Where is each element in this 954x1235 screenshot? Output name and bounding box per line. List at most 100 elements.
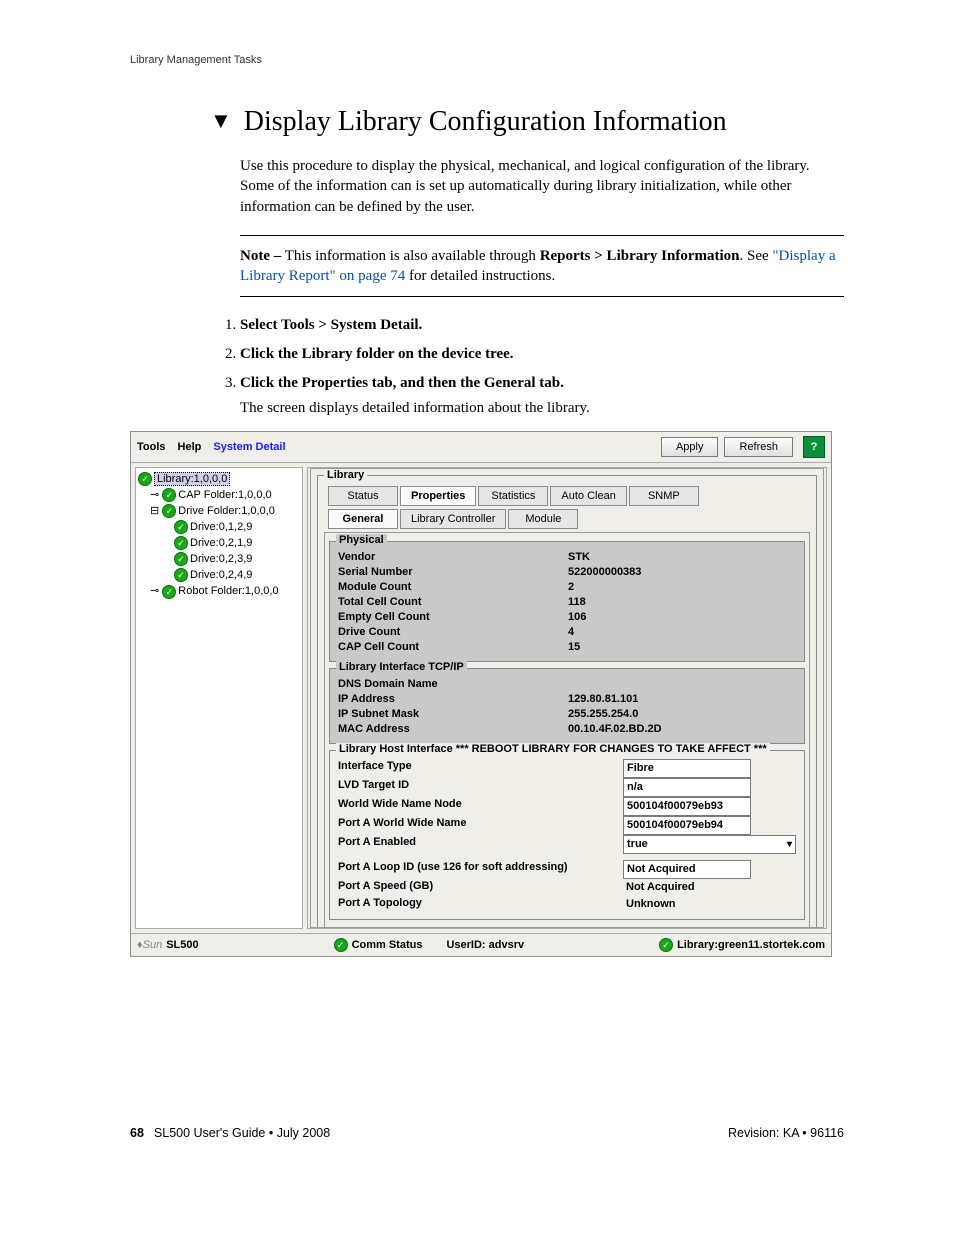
note-text-b: . See — [739, 248, 772, 264]
tab-row-2: General Library Controller Module — [324, 509, 810, 529]
value-drive-count: 4 — [568, 625, 796, 640]
step-3-sub: The screen displays detailed information… — [240, 400, 844, 417]
tab-statistics[interactable]: Statistics — [478, 486, 548, 506]
value-cap-cell: 15 — [568, 640, 796, 655]
ok-icon: ✓ — [138, 472, 152, 486]
value-empty-cell: 106 — [568, 610, 796, 625]
tab-autoclean[interactable]: Auto Clean — [550, 486, 626, 506]
tab-general[interactable]: General — [328, 509, 398, 529]
note-box: Note – This information is also availabl… — [240, 235, 844, 298]
apply-button[interactable]: Apply — [661, 437, 719, 457]
user-id: UserID: advsrv — [446, 939, 524, 951]
menubar: Tools Help System Detail Apply Refresh ? — [131, 432, 831, 463]
value-ip: 129.80.81.101 — [568, 692, 796, 707]
label-wwnn: World Wide Name Node — [338, 797, 623, 816]
page-number: 68 — [130, 1126, 144, 1140]
legend-physical: Physical — [336, 534, 387, 546]
intro-paragraph: Use this procedure to display the physic… — [240, 156, 844, 217]
legend-tcpip: Library Interface TCP/IP — [336, 661, 467, 673]
value-pawwn: 500104f00079eb94 — [623, 816, 751, 835]
tab-row-1: Status Properties Statistics Auto Clean … — [324, 486, 810, 506]
revision: Revision: KA • 96116 — [728, 1126, 844, 1140]
fieldset-host-interface: Library Host Interface *** REBOOT LIBRAR… — [329, 750, 805, 920]
label-module-count: Module Count — [338, 580, 568, 595]
value-pa-loopid: Not Acquired — [623, 860, 751, 879]
label-interface-type: Interface Type — [338, 759, 623, 778]
value-pa-speed: Not Acquired — [623, 879, 749, 896]
tree-drive[interactable]: Drive:0,2,4,9 — [190, 569, 252, 581]
tree-robot-folder[interactable]: Robot Folder:1,0,0,0 — [178, 585, 278, 597]
value-pa-enabled[interactable]: true — [623, 835, 796, 854]
label-pa-loopid: Port A Loop ID (use 126 for soft address… — [338, 860, 623, 879]
value-pa-topology: Unknown — [623, 896, 749, 913]
sun-logo: ♦Sun — [137, 939, 162, 951]
ok-icon: ✓ — [162, 585, 176, 599]
note-bold: Reports > Library Information — [540, 248, 740, 264]
tree-drive[interactable]: Drive:0,1,2,9 — [190, 521, 252, 533]
step-3: Click the Properties tab, and then the G… — [240, 375, 564, 391]
tab-status[interactable]: Status — [328, 486, 398, 506]
label-dns: DNS Domain Name — [338, 677, 568, 692]
menu-system-detail[interactable]: System Detail — [213, 441, 285, 453]
value-wwnn: 500104f00079eb93 — [623, 797, 751, 816]
value-total-cell: 118 — [568, 595, 796, 610]
label-empty-cell: Empty Cell Count — [338, 610, 568, 625]
comm-status: Comm Status — [352, 939, 423, 951]
value-vendor: STK — [568, 550, 796, 565]
tab-library-controller[interactable]: Library Controller — [400, 509, 506, 529]
ok-icon: ✓ — [162, 488, 176, 502]
status-bar: ♦Sun SL500 ✓ Comm Status UserID: advsrv ✓… — [131, 933, 831, 956]
fieldset-tcpip: Library Interface TCP/IP DNS Domain Name… — [329, 668, 805, 744]
ok-icon: ✓ — [174, 536, 188, 550]
value-mac: 00.10.4F.02.BD.2D — [568, 722, 796, 737]
tab-module[interactable]: Module — [508, 509, 578, 529]
value-serial: 522000000383 — [568, 565, 796, 580]
product-name: SL500 — [166, 939, 198, 951]
group-library: Library — [324, 469, 367, 481]
refresh-button[interactable]: Refresh — [724, 437, 793, 457]
note-text-a: This information is also available throu… — [285, 248, 540, 264]
label-cap-cell: CAP Cell Count — [338, 640, 568, 655]
menu-tools[interactable]: Tools — [137, 441, 166, 453]
step-2: Click the Library folder on the device t… — [240, 346, 514, 362]
ok-icon: ✓ — [659, 938, 673, 952]
section-title: ▼Display Library Configuration Informati… — [210, 106, 844, 138]
ok-icon: ✓ — [174, 568, 188, 582]
label-mask: IP Subnet Mask — [338, 707, 568, 722]
label-mac: MAC Address — [338, 722, 568, 737]
note-text-c: for detailed instructions. — [405, 268, 555, 284]
ok-icon: ✓ — [162, 504, 176, 518]
label-ip: IP Address — [338, 692, 568, 707]
label-serial: Serial Number — [338, 565, 568, 580]
section-title-text: Display Library Configuration Informatio… — [244, 106, 727, 137]
value-module-count: 2 — [568, 580, 796, 595]
label-pa-enabled: Port A Enabled — [338, 835, 623, 854]
tree-drive[interactable]: Drive:0,2,1,9 — [190, 537, 252, 549]
label-pa-topology: Port A Topology — [338, 896, 623, 913]
tree-library[interactable]: Library:1,0,0,0 — [154, 472, 230, 486]
tree-drive-folder[interactable]: Drive Folder:1,0,0,0 — [178, 505, 275, 517]
ok-icon: ✓ — [174, 552, 188, 566]
value-lvd: n/a — [623, 778, 751, 797]
tab-properties[interactable]: Properties — [400, 486, 476, 506]
ok-icon: ✓ — [334, 938, 348, 952]
label-drive-count: Drive Count — [338, 625, 568, 640]
tree-drive[interactable]: Drive:0,2,3,9 — [190, 553, 252, 565]
running-header: Library Management Tasks — [130, 54, 844, 66]
content-panel: Library Status Properties Statistics Aut… — [307, 467, 827, 929]
label-lvd: LVD Target ID — [338, 778, 623, 797]
tree-cap-folder[interactable]: CAP Folder:1,0,0,0 — [178, 489, 271, 501]
step-1: Select Tools > System Detail. — [240, 317, 422, 333]
help-icon[interactable]: ? — [803, 436, 825, 458]
label-vendor: Vendor — [338, 550, 568, 565]
tab-snmp[interactable]: SNMP — [629, 486, 699, 506]
value-interface-type: Fibre — [623, 759, 751, 778]
label-pa-speed: Port A Speed (GB) — [338, 879, 623, 896]
menu-help[interactable]: Help — [178, 441, 202, 453]
label-pawwn: Port A World Wide Name — [338, 816, 623, 835]
label-total-cell: Total Cell Count — [338, 595, 568, 610]
library-host: Library:green11.stortek.com — [677, 939, 825, 951]
note-label: Note – — [240, 248, 281, 264]
guide-title: SL500 User's Guide • July 2008 — [154, 1126, 330, 1140]
device-tree[interactable]: ✓Library:1,0,0,0 ⊸ ✓CAP Folder:1,0,0,0 ⊟… — [135, 467, 303, 929]
